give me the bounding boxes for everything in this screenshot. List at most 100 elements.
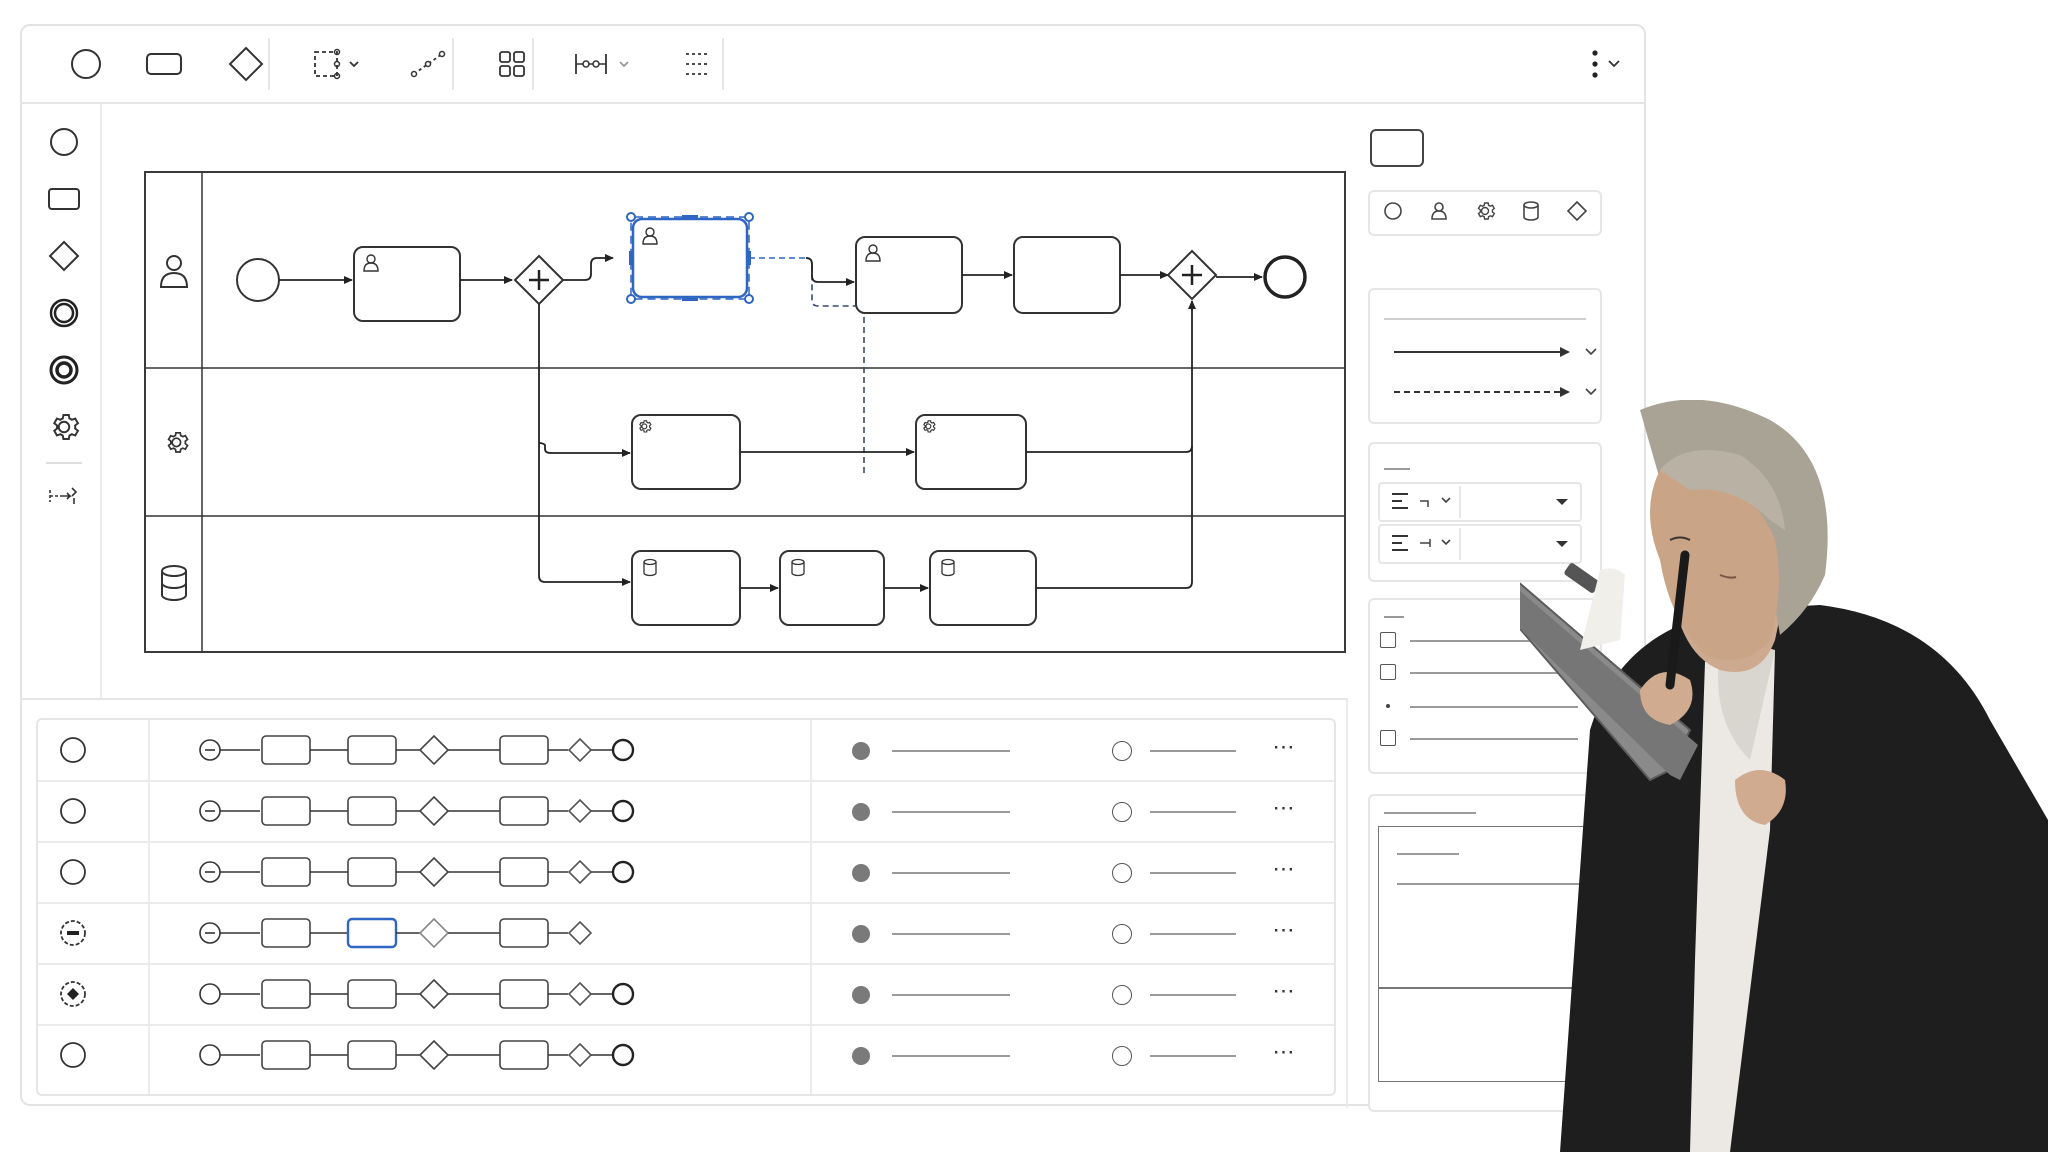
radio-button[interactable] (1112, 863, 1132, 883)
table-row[interactable]: ⋯ (38, 720, 1334, 782)
row-more-menu[interactable]: ⋯ (1264, 795, 1304, 821)
section-heading-line (1384, 468, 1410, 470)
distribute-tool-icon[interactable] (670, 40, 726, 88)
value-line (892, 872, 1010, 874)
user-type-icon[interactable] (1427, 199, 1451, 228)
dashed-arrow-style[interactable] (1394, 387, 1597, 397)
row-more-menu[interactable]: ⋯ (1264, 917, 1304, 943)
status-circle-icon (58, 1040, 88, 1070)
instances-panel: ⋯ ⋯ ⋯ ⋯ ⋯ ⋯ (22, 698, 1348, 1108)
row-more-menu[interactable]: ⋯ (1264, 734, 1304, 760)
instance-end-event (591, 860, 635, 884)
value-line (892, 994, 1010, 996)
element-preview-task (1370, 129, 1424, 167)
option-checkbox[interactable] (1380, 632, 1396, 648)
option-checkbox[interactable] (1380, 664, 1396, 680)
instance-end-event (591, 799, 635, 823)
circle-type-icon[interactable] (1381, 199, 1405, 228)
diagram-canvas[interactable] (144, 171, 1346, 653)
value-line (892, 750, 1010, 752)
section-heading-line (1384, 616, 1404, 618)
status-circle-icon (58, 796, 88, 826)
palette-divider (46, 462, 82, 464)
diamond-type-icon[interactable] (1565, 199, 1589, 228)
top-toolbar (22, 26, 1644, 104)
presenter-person-image (1520, 400, 2048, 1152)
value-line (892, 811, 1010, 813)
option-bullet (1386, 704, 1390, 708)
database-icon (161, 565, 187, 601)
option-checkbox[interactable] (1380, 730, 1396, 746)
lasso-select-tool-icon[interactable] (308, 40, 364, 88)
solid-arrow-style[interactable] (1394, 347, 1597, 357)
end-event-palette-icon[interactable] (38, 348, 90, 392)
instance-path-mini-diagram (199, 734, 593, 766)
more-options-icon[interactable] (1578, 40, 1634, 88)
toolbar-divider (452, 38, 454, 90)
data-task-2 (779, 550, 885, 626)
value-line (1150, 933, 1236, 935)
connect-tool-icon[interactable] (400, 40, 456, 88)
start-event-palette-icon[interactable] (38, 120, 90, 164)
value-line (1150, 811, 1236, 813)
space-tool-palette-icon[interactable] (38, 474, 90, 518)
status-filled-dot (852, 803, 870, 821)
database-type-icon[interactable] (1519, 199, 1543, 228)
table-row[interactable]: ⋯ (38, 903, 1334, 965)
start-event (236, 258, 280, 302)
user-task-3 (855, 236, 963, 314)
row-more-menu[interactable]: ⋯ (1264, 856, 1304, 882)
align-distribute-tool-icon[interactable] (570, 40, 642, 88)
task-tool-icon[interactable] (136, 40, 192, 88)
data-task-3 (929, 550, 1037, 626)
instance-end-event (591, 738, 635, 762)
gear-type-icon[interactable] (1473, 199, 1497, 228)
row-more-menu[interactable]: ⋯ (1264, 978, 1304, 1004)
task-4 (1013, 236, 1121, 314)
user-task-2-selected (631, 217, 749, 299)
service-task-palette-icon[interactable] (38, 405, 90, 449)
table-row[interactable]: ⋯ (38, 1025, 1334, 1087)
gateway-palette-icon[interactable] (38, 234, 90, 278)
section-heading-line (1384, 812, 1476, 814)
status-filled-dot (852, 742, 870, 760)
table-row[interactable]: ⋯ (38, 842, 1334, 904)
radio-button[interactable] (1112, 985, 1132, 1005)
value-line (892, 1055, 1010, 1057)
instances-table: ⋯ ⋯ ⋯ ⋯ ⋯ ⋯ (36, 718, 1336, 1096)
status-circle-icon (58, 735, 88, 765)
end-event (1263, 255, 1307, 299)
bpmn-diagram (146, 173, 1344, 651)
instance-end-event (591, 982, 635, 1006)
radio-button[interactable] (1112, 924, 1132, 944)
value-line (892, 933, 1010, 935)
instance-end-event (591, 1043, 635, 1067)
task-palette-icon[interactable] (38, 177, 90, 221)
service-task-1 (631, 414, 741, 490)
instance-path-mini-diagram (199, 978, 593, 1010)
left-toolbox (22, 104, 102, 698)
gear-icon (167, 431, 189, 453)
table-row[interactable]: ⋯ (38, 781, 1334, 843)
data-task-1 (631, 550, 741, 626)
toolbar-divider (532, 38, 534, 90)
start-event-tool-icon[interactable] (58, 40, 114, 88)
status-circle-icon (58, 857, 88, 887)
gateway-tool-icon[interactable] (218, 40, 274, 88)
intermediate-event-palette-icon[interactable] (38, 291, 90, 335)
status-diamond-dashed-circle-icon (58, 979, 88, 1009)
row-more-menu[interactable]: ⋯ (1264, 1039, 1304, 1065)
radio-button[interactable] (1112, 802, 1132, 822)
value-line (1150, 1055, 1236, 1057)
instance-path-mini-diagram (199, 856, 593, 888)
value-line (1150, 750, 1236, 752)
status-filled-dot (852, 986, 870, 1004)
user-task-1 (353, 246, 461, 322)
instance-path-mini-diagram (199, 1039, 593, 1071)
table-row[interactable]: ⋯ (38, 964, 1334, 1026)
radio-button[interactable] (1112, 741, 1132, 761)
service-task-2 (915, 414, 1027, 490)
element-type-selector (1368, 190, 1602, 236)
value-line (1150, 994, 1236, 996)
radio-button[interactable] (1112, 1046, 1132, 1066)
